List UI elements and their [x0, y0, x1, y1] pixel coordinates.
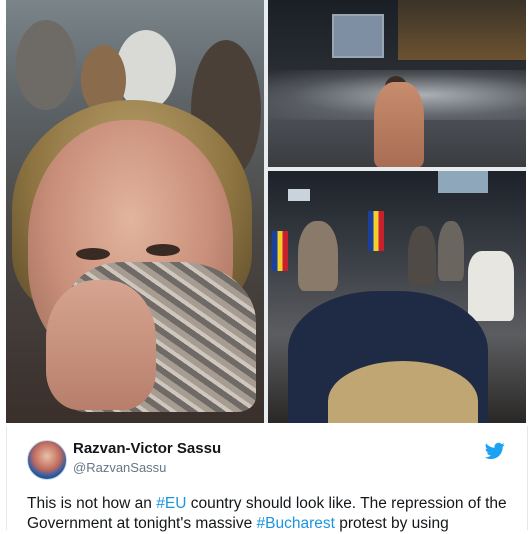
crowd-figure [16, 20, 76, 110]
hashtag-link[interactable]: #EU [156, 495, 186, 512]
eye [146, 244, 180, 256]
display-name[interactable]: Razvan-Victor Sassu [73, 440, 221, 457]
billboard [438, 171, 488, 193]
tweet-card: Razvan-Victor Sassu @RazvanSassu This is… [6, 426, 528, 532]
hashtag-link[interactable]: #Bucharest [257, 515, 335, 532]
romanian-flag [368, 211, 384, 251]
romanian-flag [272, 231, 288, 271]
photo-collage[interactable] [6, 0, 526, 423]
photo-selfie[interactable] [6, 0, 264, 423]
avatar[interactable] [27, 440, 67, 480]
shirtless-man [374, 82, 424, 167]
protester [298, 221, 338, 291]
street-sign [288, 189, 310, 201]
twitter-bird-icon[interactable] [485, 442, 505, 460]
photo-crowd[interactable] [268, 171, 526, 423]
tweet-text: This is not how an #EU country should lo… [27, 494, 515, 534]
tweet-text-part: protest by using [334, 515, 449, 532]
photo-tear-gas[interactable] [268, 0, 526, 167]
protester-white-shirt [468, 251, 514, 321]
protester [408, 226, 436, 286]
eye [76, 248, 110, 260]
hand [46, 280, 156, 410]
building [398, 0, 526, 60]
billboard [332, 14, 384, 58]
user-handle[interactable]: @RazvanSassu [73, 460, 166, 475]
tweet-embed: Razvan-Victor Sassu @RazvanSassu This is… [0, 0, 532, 532]
protester [438, 221, 464, 281]
tweet-text-part: This is not how an [27, 495, 157, 512]
